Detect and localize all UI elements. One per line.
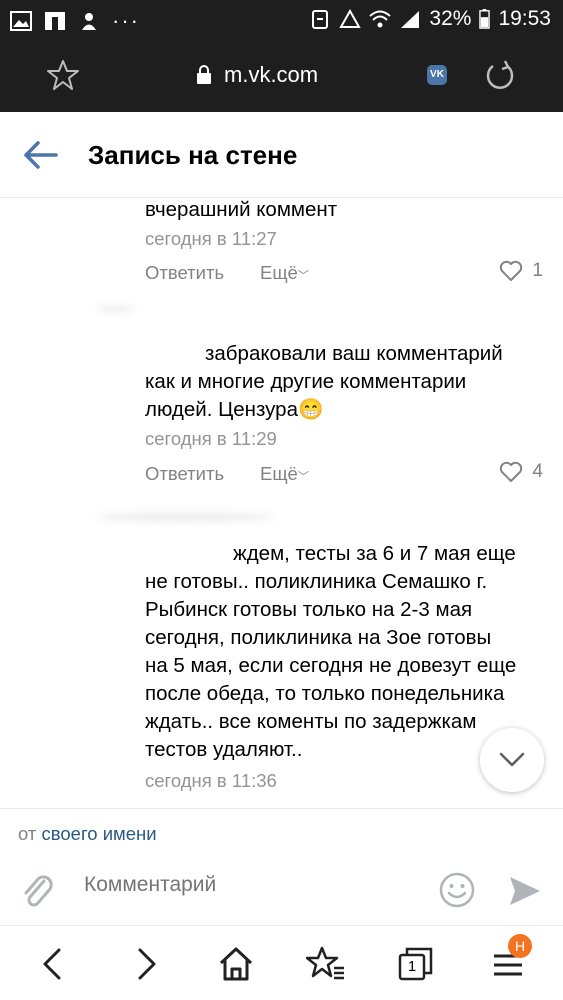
page-title: Запись на стене	[88, 140, 298, 170]
page-header: Запись на стене	[0, 112, 563, 198]
signal-icon	[401, 11, 420, 28]
vk-site-icon[interactable]: VK	[427, 65, 447, 85]
wifi-icon	[369, 10, 392, 28]
more-button[interactable]: Ещё﹀	[260, 463, 309, 485]
like-button[interactable]: 4	[499, 461, 543, 483]
chevron-down-icon: ﹀	[297, 270, 309, 282]
post-as-row: от своего имени	[18, 823, 157, 844]
tabs-button[interactable]: 1	[396, 944, 436, 984]
reply-button[interactable]: Ответить	[145, 463, 224, 485]
battery-icon	[479, 9, 491, 29]
comment-text: вчерашний коммент	[145, 198, 338, 221]
heart-icon	[500, 461, 523, 482]
system-status: 32% 19:53	[309, 7, 551, 31]
gallery-icon	[10, 11, 32, 31]
bookmark-star-icon[interactable]	[46, 58, 80, 92]
send-icon[interactable]	[508, 875, 542, 907]
reload-icon[interactable]	[482, 58, 518, 94]
home-icon	[219, 947, 253, 981]
comment-list: вчерашний коммент сегодня в 11:27 Ответи…	[0, 198, 563, 808]
data-saver-icon	[312, 10, 329, 29]
like-count: 1	[532, 260, 543, 281]
chevron-right-icon	[138, 948, 156, 980]
more-button[interactable]: Ещё﹀	[260, 262, 309, 284]
bookmarks-button[interactable]	[305, 944, 346, 984]
star-list-icon	[305, 946, 344, 980]
reply-button[interactable]: Ответить	[145, 262, 224, 284]
post-as-link[interactable]: своего имени	[42, 823, 157, 844]
forward-button[interactable]	[125, 944, 165, 984]
alarm-icon	[339, 9, 362, 28]
lock-icon	[197, 65, 211, 84]
comment-time: сегодня в 11:27	[145, 228, 277, 249]
comment-composer: от своего имени	[0, 808, 563, 925]
status-bar: ··· 32% 19:53	[0, 0, 563, 40]
chevron-down-icon: ﹀	[297, 471, 309, 483]
comment-input[interactable]	[84, 873, 414, 897]
back-button[interactable]	[34, 944, 74, 984]
url-text: m.vk.com	[224, 62, 319, 87]
browser-toolbar: m.vk.com VK	[0, 40, 563, 112]
game-icon	[82, 13, 96, 30]
comment-text: забраковали ваш комментарий как и многие…	[145, 342, 503, 421]
emoji-icon[interactable]	[438, 871, 476, 909]
comment-text: ждем, тесты за 6 и 7 мая еще не готовы..…	[145, 542, 517, 761]
browser-bottom-nav: 1 H	[0, 925, 563, 1000]
chevron-down-icon	[499, 752, 525, 767]
blurred-author	[95, 306, 135, 312]
like-button[interactable]: 1	[499, 260, 543, 282]
notification-icons: ···	[10, 8, 140, 34]
attach-icon[interactable]	[20, 871, 54, 909]
chevron-left-icon	[43, 948, 61, 980]
like-count: 4	[532, 461, 543, 482]
comment-time: сегодня в 11:36	[145, 770, 277, 791]
heart-icon	[500, 260, 523, 281]
more-notifications-icon: ···	[112, 8, 140, 33]
address-bar[interactable]: m.vk.com	[196, 62, 318, 88]
blurred-author	[95, 513, 275, 521]
scroll-down-button[interactable]	[480, 728, 544, 792]
clock: 19:53	[498, 7, 551, 30]
tabs-count: 1	[407, 958, 417, 975]
back-arrow-icon[interactable]	[22, 139, 58, 171]
notification-badge: H	[508, 934, 532, 958]
flipboard-icon	[45, 12, 65, 30]
comment-time: сегодня в 11:29	[145, 428, 277, 449]
battery-percent: 32%	[429, 7, 472, 30]
home-button[interactable]	[216, 944, 256, 984]
